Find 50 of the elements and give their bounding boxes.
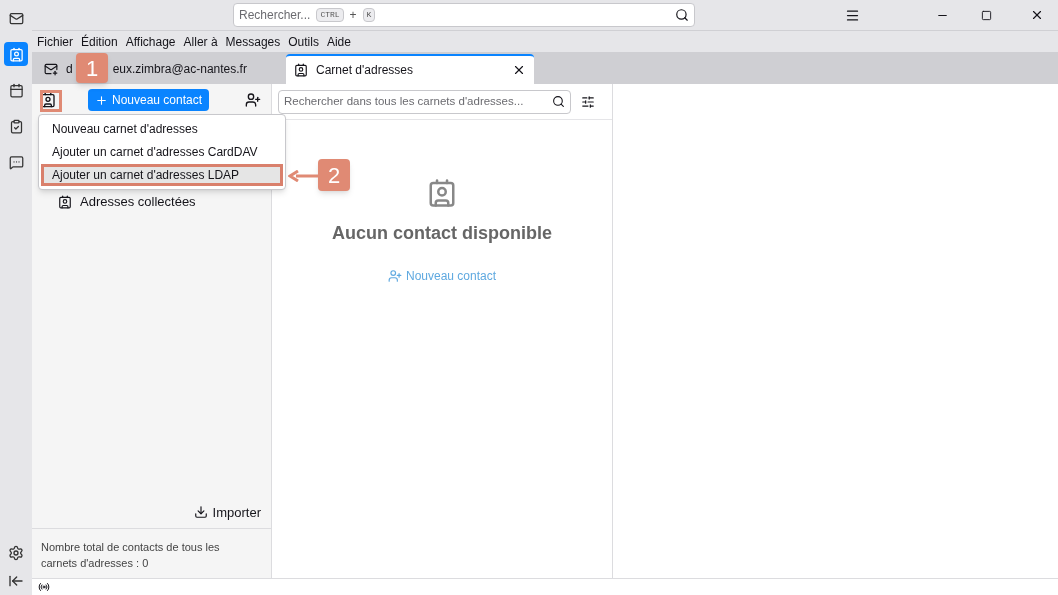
address-book-item[interactable]: Adresses collectées <box>80 192 196 212</box>
mail-icon <box>8 10 24 26</box>
menu-item[interactable]: Affichage <box>125 32 176 51</box>
plus-icon <box>95 93 108 107</box>
close-icon[interactable] <box>1030 8 1044 22</box>
import-icon <box>193 505 208 520</box>
maximize-icon[interactable] <box>981 9 992 21</box>
contact-book-icon <box>58 195 72 209</box>
mail-icon <box>44 62 58 76</box>
calendar-icon <box>8 82 24 98</box>
clipboard-icon <box>8 118 24 134</box>
menu-item[interactable]: Outils <box>288 32 319 51</box>
collapse-icon[interactable] <box>8 573 24 589</box>
settings-icon[interactable] <box>8 545 24 561</box>
contact-book-icon <box>8 46 24 62</box>
menu-item[interactable]: Édition <box>81 32 118 51</box>
menu-item[interactable]: Nouveau carnet d'adresses <box>41 118 283 140</box>
tab-title[interactable]: eux.zimbra@ac-nantes.fr <box>112 60 247 78</box>
menu-item[interactable]: Ajouter un carnet d'adresses LDAP <box>41 164 283 186</box>
key-label: CTRL <box>316 8 344 22</box>
empty-state-title: Aucun contact disponible <box>332 222 552 245</box>
menu-item[interactable]: Messages <box>225 32 281 51</box>
add-user-icon <box>387 269 402 283</box>
tab[interactable]: Carnet d'adresses <box>286 54 534 84</box>
contact-count-text: Nombre total de contacts de tous les carnets d'adresses : 0 <box>41 540 221 571</box>
import-button[interactable]: Importer <box>193 502 261 522</box>
tab-title[interactable]: d <box>66 60 73 78</box>
menu-item[interactable]: Aller à <box>183 32 218 51</box>
chat-icon <box>8 154 24 170</box>
tab-title: Carnet d'adresses <box>316 62 413 79</box>
contact-book-icon <box>294 63 308 77</box>
close-icon[interactable] <box>512 63 526 77</box>
contact-book-icon[interactable] <box>40 92 56 108</box>
menu-icon[interactable] <box>845 7 860 23</box>
callout-tooltip: 1 <box>76 53 108 83</box>
menu-item[interactable]: Fichier <box>37 32 73 51</box>
search-field[interactable]: Rechercher... CTRL + K <box>233 3 695 27</box>
contact-book-icon <box>427 178 457 208</box>
menu-item[interactable]: Aide <box>326 32 351 51</box>
status-icon <box>38 581 50 593</box>
new-contact-button[interactable]: Nouveau contact <box>88 89 210 111</box>
search-icon <box>552 95 565 108</box>
search-icon <box>675 8 689 22</box>
key-label: K <box>362 8 376 22</box>
plus-sign: + <box>349 7 357 24</box>
add-user-icon[interactable] <box>245 92 261 108</box>
callout-tooltip: 2 <box>318 159 350 191</box>
contact-search-field[interactable]: Rechercher dans tous les carnets d'adresses... <box>278 89 571 114</box>
display-options-icon[interactable] <box>581 94 595 109</box>
menu-item[interactable]: Ajouter un carnet d'adresses CardDAV <box>41 141 283 163</box>
